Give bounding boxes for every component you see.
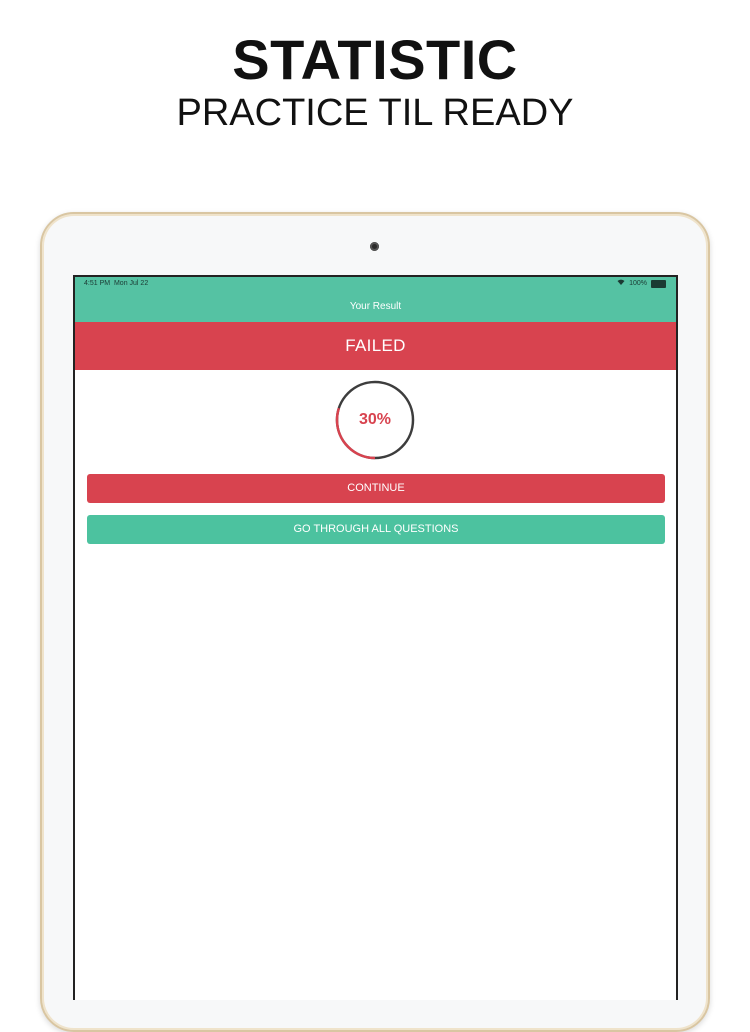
- battery-icon: [651, 280, 666, 288]
- go-through-questions-button[interactable]: GO THROUGH ALL QUESTIONS: [87, 515, 665, 544]
- result-status: FAILED: [345, 336, 406, 355]
- app-screen: 4:51 PM Mon Jul 22 100% Your Result FAIL…: [73, 275, 678, 1000]
- status-date: Mon Jul 22: [113, 280, 149, 287]
- status-indicators: 100%: [617, 277, 666, 291]
- camera-dot: [370, 242, 379, 251]
- wifi-icon: [617, 277, 625, 291]
- promo-title: STATISTIC: [232, 28, 518, 91]
- status-time: 4:51 PM: [84, 280, 111, 287]
- nav-title: Your Result: [349, 301, 402, 312]
- status-time-date: 4:51 PM Mon Jul 22: [84, 277, 148, 291]
- continue-button[interactable]: CONTINUE: [87, 474, 665, 503]
- battery-percent: 100%: [629, 280, 647, 287]
- status-bar: 4:51 PM Mon Jul 22 100%: [75, 277, 676, 291]
- promo-subtitle: PRACTICE TIL READY: [176, 92, 574, 134]
- score-percentage: 30%: [358, 411, 392, 428]
- result-status-banner: FAILED: [75, 322, 676, 370]
- nav-bar: Your Result: [75, 291, 676, 322]
